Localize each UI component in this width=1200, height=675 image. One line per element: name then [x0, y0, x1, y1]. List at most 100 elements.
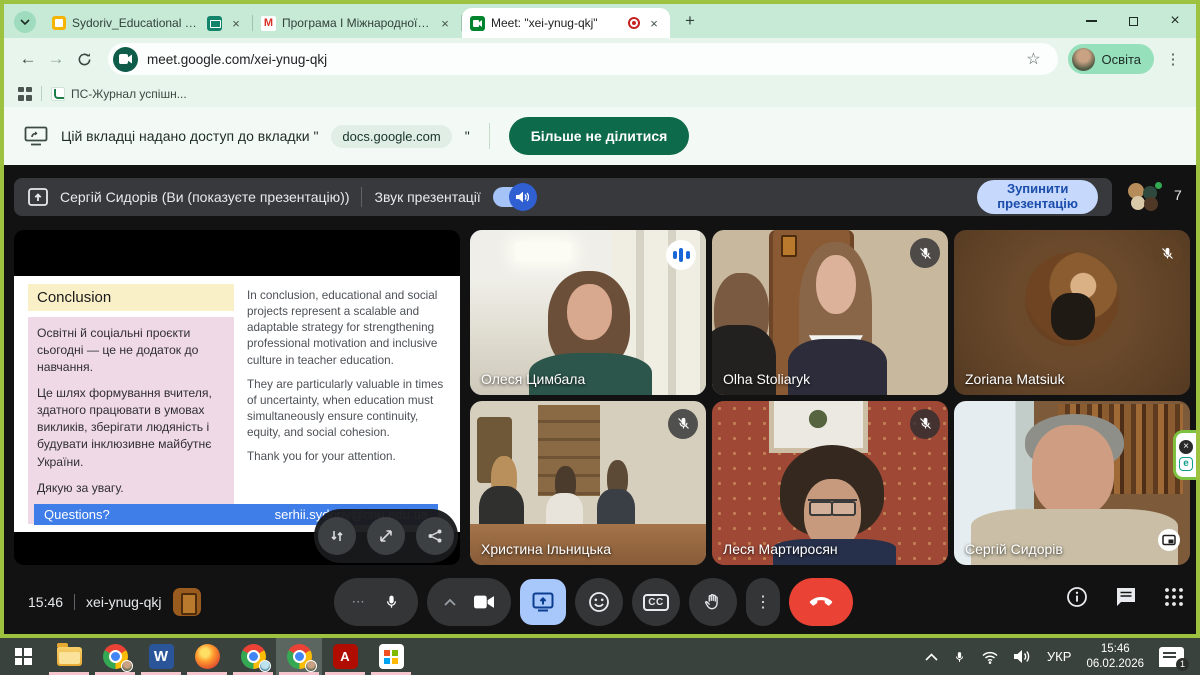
language-indicator[interactable]: УКР [1047, 649, 1072, 664]
meeting-code: xei-ynug-qkj [86, 594, 161, 610]
tab-docs[interactable]: Sydoriv_Educational and So × [44, 8, 252, 38]
volume-icon[interactable] [1014, 649, 1032, 664]
tab-close-icon[interactable]: × [646, 15, 662, 31]
forward-button[interactable]: → [42, 45, 70, 73]
chevron-up-icon[interactable] [444, 598, 456, 606]
url-text[interactable]: meet.google.com/xei-ynug-qkj [147, 52, 327, 67]
video-tile-olesya[interactable]: Олеся Цимбала [470, 230, 706, 395]
raise-hand-button[interactable] [689, 578, 737, 626]
new-tab-button[interactable]: + [676, 7, 704, 35]
taskbar-firefox[interactable] [184, 638, 230, 675]
browser-toolbar: ← → meet.google.com/xei-ynug-qkj ☆ Освіт… [4, 38, 1196, 80]
tab-search-button[interactable] [14, 11, 36, 33]
participant-name: Леся Мартиросян [723, 541, 838, 557]
window-minimize-button[interactable] [1070, 4, 1112, 38]
stop-presenting-button[interactable]: Зупинити презентацію [977, 180, 1098, 214]
tab-strip: Sydoriv_Educational and So × M Програма … [4, 4, 1196, 38]
more-options-button[interactable]: ⋮ [746, 578, 780, 626]
window-restore-button[interactable] [1112, 4, 1154, 38]
video-tile-khrystyna[interactable]: Христина Ільницька [470, 401, 706, 566]
tab-gmail[interactable]: M Програма І Міжнародної наук × [253, 8, 461, 38]
tab-sharing-icon [207, 16, 222, 31]
smiley-icon [588, 591, 610, 613]
taskbar-clock[interactable]: 15:46 06.02.2026 [1086, 642, 1144, 672]
camera-control[interactable] [427, 578, 511, 626]
slide-content: Conclusion Освітні й соціальні проєкти с… [14, 276, 460, 532]
audio-options-icon[interactable]: ⋯ [352, 594, 366, 610]
participant-name: Zoriana Matsiuk [965, 371, 1065, 387]
bookmark-favicon [51, 87, 65, 101]
taskbar-chrome-2[interactable] [230, 638, 276, 675]
store-icon [379, 644, 404, 669]
tab-label: Meet: "xei-ynug-qkj" [491, 16, 622, 30]
reactions-button[interactable] [575, 578, 623, 626]
video-tile-lesya[interactable]: Леся Мартиросян [712, 401, 948, 566]
taskbar-store[interactable] [368, 638, 414, 675]
participant-name: Христина Ільницька [481, 541, 611, 557]
swap-arrows-icon [329, 528, 345, 544]
chat-icon[interactable] [1115, 586, 1137, 608]
video-tile-serhii[interactable]: Сергій Сидорів [954, 401, 1190, 566]
profile-avatar [1072, 48, 1095, 71]
profile-badge [305, 660, 317, 672]
recording-indicator-icon [628, 17, 640, 29]
firefox-icon [195, 644, 220, 669]
notification-center-icon[interactable]: 1 [1159, 647, 1184, 667]
eset-close-icon[interactable]: × [1179, 440, 1193, 454]
info-icon[interactable] [1066, 586, 1088, 608]
tab-close-icon[interactable]: × [437, 15, 453, 31]
share-icon [427, 528, 443, 544]
meet-right-controls [1066, 586, 1184, 608]
presentation-sound-toggle[interactable] [493, 187, 535, 207]
tray-mic-icon[interactable] [953, 648, 966, 666]
bookmark-item[interactable]: ПС-Журнал успішн... [51, 87, 187, 101]
mic-control[interactable]: ⋯ [334, 578, 418, 626]
bookmarks-bar: ПС-Журнал успішн... [4, 80, 1196, 107]
taskbar-file-explorer[interactable] [46, 638, 92, 675]
reload-button[interactable] [70, 45, 98, 73]
apps-grid-icon[interactable] [18, 87, 32, 101]
video-tile-olha[interactable]: Olha Stoliaryk [712, 230, 948, 395]
taskbar-acrobat[interactable]: A [322, 638, 368, 675]
video-tile-zoriana[interactable]: Zoriana Matsiuk [954, 230, 1190, 395]
end-call-button[interactable] [789, 578, 853, 626]
tray-chevron-up-icon[interactable] [925, 653, 938, 661]
scroll-tile-button[interactable] [318, 517, 356, 555]
participants-count[interactable]: 7 [1174, 187, 1182, 203]
taskbar-chrome-active[interactable] [276, 638, 322, 675]
folder-icon [57, 647, 82, 666]
stop-sharing-button[interactable]: Більше не ділитися [509, 117, 690, 155]
taskbar-date: 06.02.2026 [1086, 657, 1144, 672]
url-bar[interactable]: meet.google.com/xei-ynug-qkj ☆ [108, 43, 1058, 75]
meet-bottom-bar: 15:46 xei-ynug-qkj ⋯ [4, 570, 1196, 634]
captions-button[interactable]: CC [632, 578, 680, 626]
share-tile-button[interactable] [416, 517, 454, 555]
presentation-sound-label: Звук презентації [374, 189, 480, 205]
shared-site-chip: docs.google.com [331, 125, 451, 148]
eset-edge-widget[interactable]: × e [1173, 430, 1196, 480]
activities-grid-icon[interactable] [1164, 587, 1184, 607]
wifi-icon[interactable] [981, 650, 999, 664]
back-button[interactable]: ← [14, 45, 42, 73]
participants-avatars[interactable] [1128, 182, 1164, 212]
presentation-slide-tile[interactable]: Conclusion Освітні й соціальні проєкти с… [14, 230, 460, 565]
taskbar-chrome-1[interactable] [92, 638, 138, 675]
taskbar-word[interactable]: W [138, 638, 184, 675]
camera-icon [474, 594, 494, 610]
browser-menu-button[interactable]: ⋮ [1160, 46, 1186, 72]
start-button[interactable] [0, 638, 46, 675]
system-tray: УКР 15:46 06.02.2026 1 [925, 642, 1200, 672]
window-close-button[interactable]: × [1154, 4, 1196, 38]
fullscreen-tile-button[interactable] [367, 517, 405, 555]
picture-in-picture-icon[interactable] [1158, 529, 1180, 556]
bookmark-label: ПС-Журнал успішн... [71, 87, 187, 101]
windows-taskbar: W A УКР 15:46 06.02.2026 1 [0, 638, 1200, 675]
browser-window: Sydoriv_Educational and So × M Програма … [4, 4, 1196, 634]
participant-name: Олеся Цимбала [481, 371, 585, 387]
windows-logo-icon [15, 648, 32, 665]
tab-meet-active[interactable]: Meet: "xei-ynug-qkj" × [462, 8, 670, 38]
profile-chip[interactable]: Освіта [1068, 44, 1154, 74]
tab-close-icon[interactable]: × [228, 15, 244, 31]
bookmark-star-icon[interactable]: ☆ [1026, 49, 1040, 69]
present-now-button-active[interactable] [520, 579, 566, 625]
